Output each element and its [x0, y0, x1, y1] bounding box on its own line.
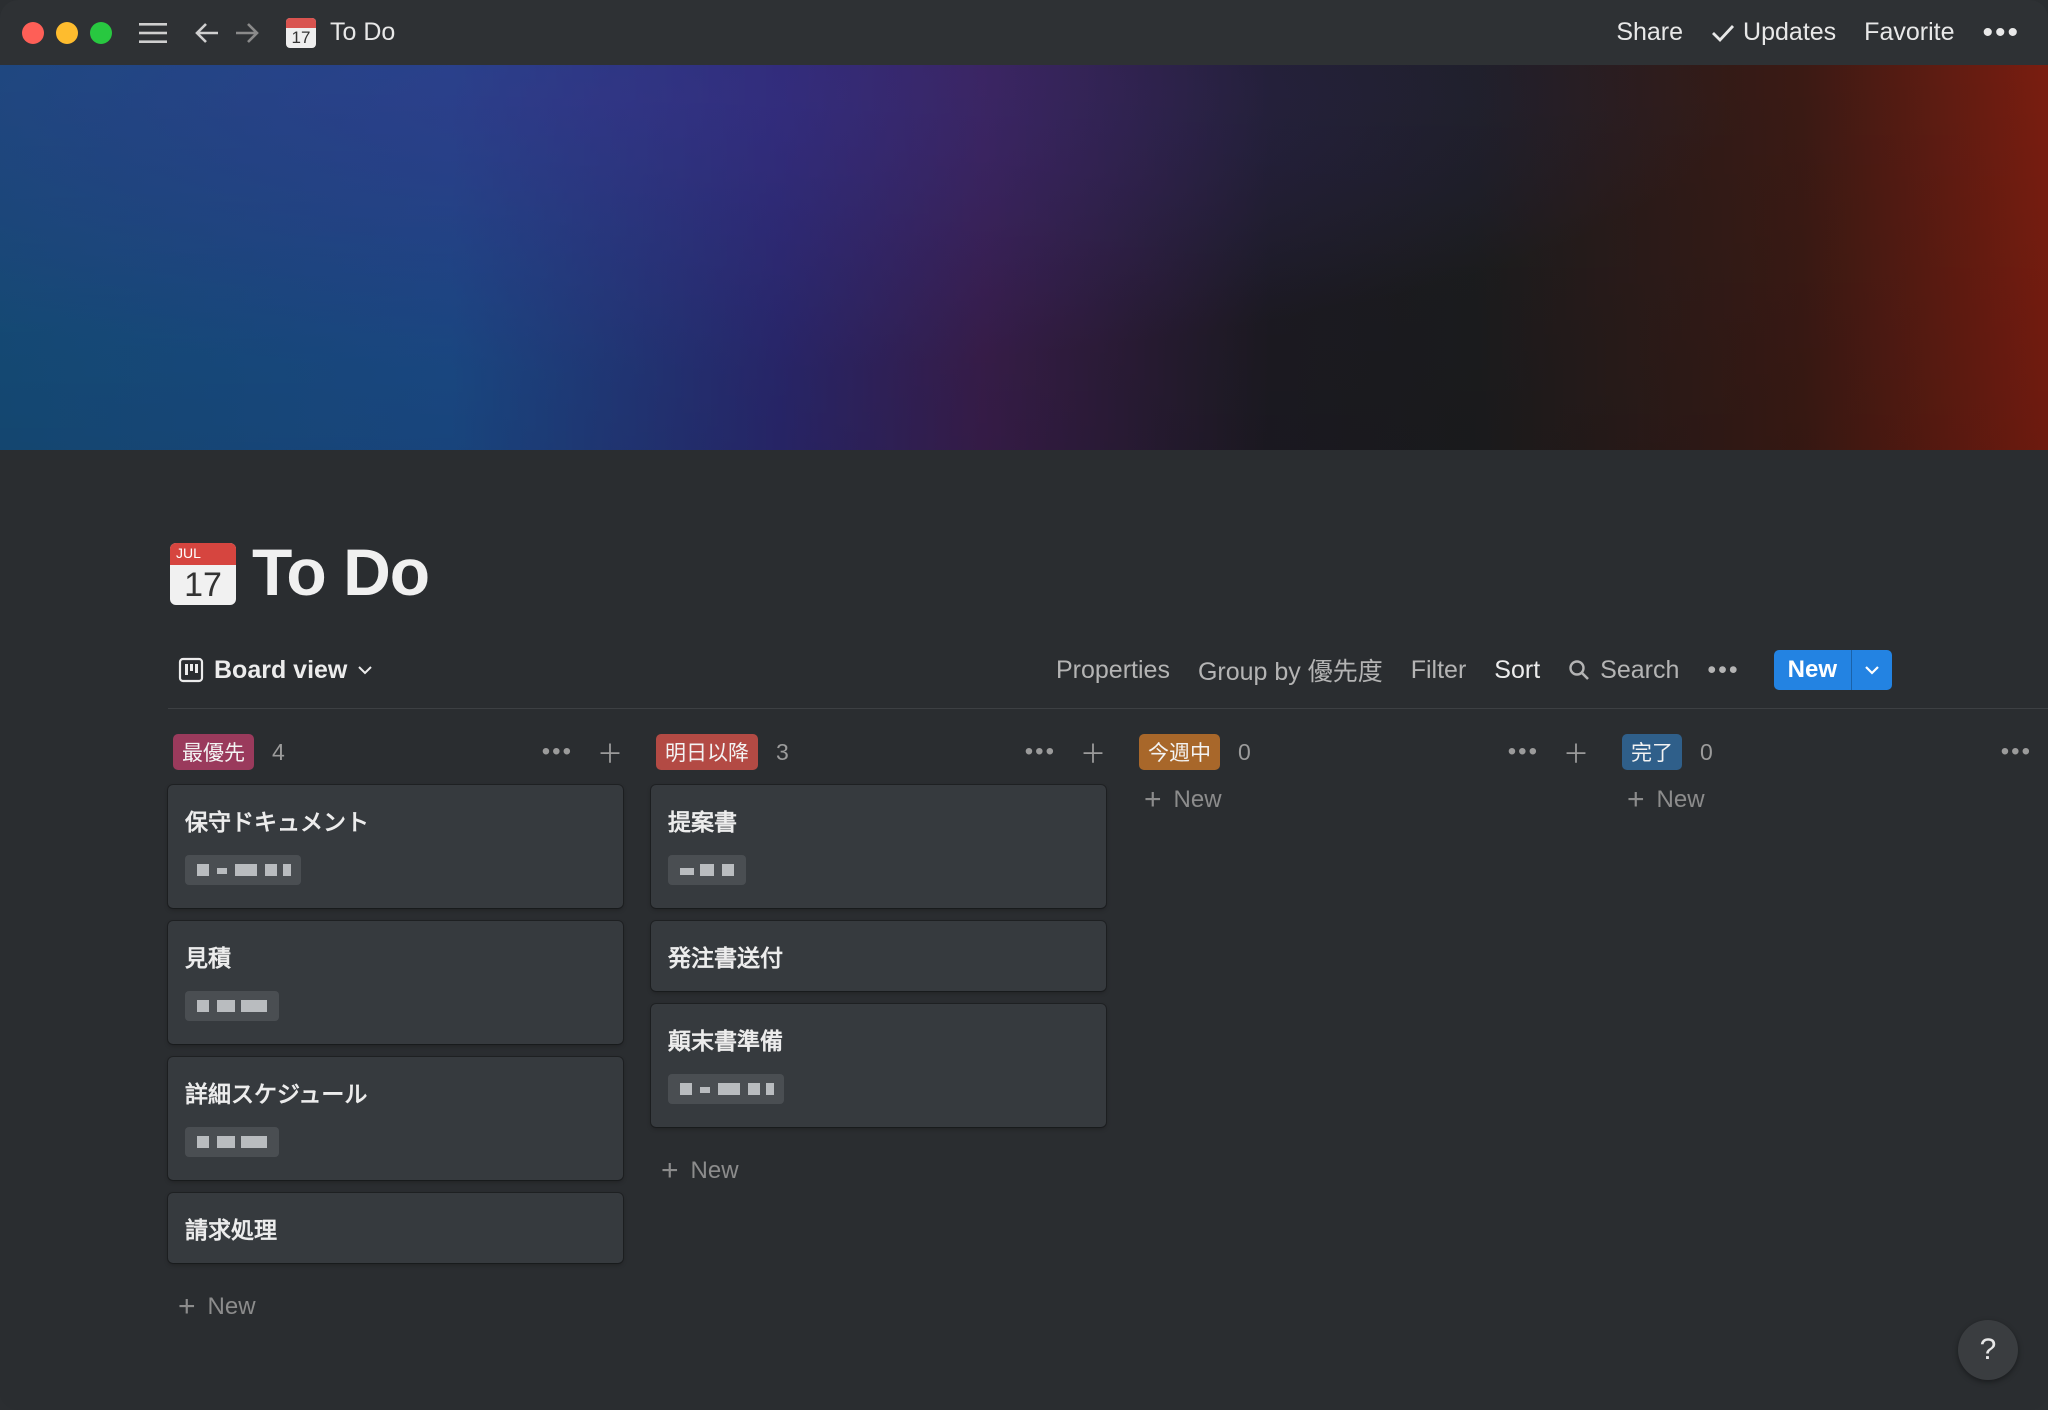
column-header: 完了 0 •••: [1617, 732, 2048, 772]
more-options-icon[interactable]: •••: [1707, 656, 1739, 685]
column-add-icon[interactable]: ＋: [1563, 734, 1589, 771]
card-title: 見積: [185, 945, 231, 971]
board-column: 完了 0 ••• + New: [1617, 732, 2048, 820]
calendar-icon-day: 17: [291, 27, 311, 47]
forward-arrow-icon[interactable]: [234, 21, 260, 45]
group-tag[interactable]: 明日以降: [656, 734, 758, 770]
board-view-selector[interactable]: Board view: [178, 656, 373, 685]
back-arrow-icon[interactable]: [194, 21, 220, 45]
card-property-pill: [185, 1127, 279, 1157]
search-button[interactable]: Search: [1568, 656, 1679, 685]
card-property-pill: [668, 855, 746, 885]
group-count: 4: [272, 738, 285, 765]
add-card-button[interactable]: + New: [661, 1151, 1106, 1191]
add-card-button[interactable]: + New: [1627, 780, 2048, 820]
page-calendar-icon[interactable]: JUL 17: [170, 543, 236, 605]
card-title: 提案書: [668, 809, 737, 835]
card-title: 保守ドキュメント: [185, 809, 369, 835]
group-tag[interactable]: 完了: [1622, 734, 1682, 770]
card-title: 詳細スケジュール: [185, 1081, 368, 1107]
chevron-down-icon: [358, 666, 373, 675]
board-card[interactable]: 詳細スケジュール: [168, 1057, 623, 1180]
toolbar-tools: Properties Group by 優先度 Filter Sort Sear…: [1056, 645, 1892, 695]
board-card[interactable]: 保守ドキュメント: [168, 785, 623, 908]
column-more-icon[interactable]: •••: [542, 738, 573, 766]
toolbar-divider: [168, 708, 2048, 709]
search-icon: [1569, 660, 1590, 680]
chevron-down-icon: [1865, 666, 1879, 675]
plus-icon: +: [1627, 783, 1645, 816]
group-tag[interactable]: 今週中: [1139, 734, 1220, 770]
group-count: 0: [1700, 738, 1713, 765]
board-card[interactable]: 提案書: [651, 785, 1106, 908]
board-column: 最優先 4 ••• ＋ 保守ドキュメント 見積 詳細スケジュール 請求処理 + …: [168, 732, 623, 1327]
page-icon-month: JUL: [176, 545, 201, 561]
calendar-icon: 17: [286, 17, 316, 48]
group-count: 0: [1238, 738, 1251, 765]
column-more-icon[interactable]: •••: [2001, 738, 2032, 766]
group-tag[interactable]: 最優先: [173, 734, 254, 770]
filter-button[interactable]: Filter: [1411, 656, 1467, 685]
column-more-icon[interactable]: •••: [1025, 738, 1056, 766]
board-card[interactable]: 発注書送付: [651, 921, 1106, 991]
add-card-label: New: [207, 1293, 256, 1320]
help-button[interactable]: ?: [1958, 1320, 2018, 1380]
sort-button[interactable]: Sort: [1494, 656, 1540, 685]
board-card[interactable]: 顛末書準備: [651, 1004, 1106, 1127]
add-card-label: New: [690, 1157, 739, 1184]
column-header: 最優先 4 ••• ＋: [168, 732, 623, 772]
window-controls: [22, 21, 112, 44]
add-card-button[interactable]: + New: [1144, 780, 1589, 820]
card-property-pill: [668, 1074, 784, 1104]
column-more-icon[interactable]: •••: [1508, 738, 1539, 766]
search-label: Search: [1600, 655, 1680, 684]
page-title[interactable]: To Do: [252, 534, 430, 610]
checkmark-icon: [1712, 24, 1735, 42]
add-card-button[interactable]: + New: [178, 1287, 623, 1327]
page-icon-day: 17: [184, 566, 222, 604]
database-toolbar: Board view Properties Group by 優先度 Filte…: [168, 645, 2048, 695]
card-property-pill: [185, 855, 301, 885]
board-card[interactable]: 請求処理: [168, 1193, 623, 1263]
updates-button[interactable]: Updates: [1711, 18, 1836, 47]
add-card-label: New: [1173, 786, 1222, 813]
title-bar: 17 To Do Share Updates Favorite •••: [0, 0, 2048, 65]
close-window-button[interactable]: [22, 21, 44, 44]
card-title: 請求処理: [185, 1217, 277, 1243]
minimize-window-button[interactable]: [56, 21, 78, 44]
new-button[interactable]: New: [1773, 650, 1851, 690]
board-view-icon: [178, 657, 204, 683]
group-by-button[interactable]: Group by 優先度: [1198, 652, 1383, 688]
share-button[interactable]: Share: [1616, 18, 1683, 47]
plus-icon: +: [178, 1290, 196, 1323]
new-dropdown-button[interactable]: [1851, 650, 1892, 690]
board-view-label: Board view: [214, 655, 348, 684]
column-add-icon[interactable]: ＋: [1080, 734, 1106, 771]
column-add-icon[interactable]: ＋: [597, 734, 623, 771]
board-column: 今週中 0 ••• ＋ + New: [1134, 732, 1589, 820]
properties-button[interactable]: Properties: [1056, 656, 1170, 685]
new-button-group: New: [1773, 650, 1892, 690]
plus-icon: +: [1144, 783, 1162, 816]
more-options-icon[interactable]: •••: [1982, 16, 2020, 50]
card-title: 発注書送付: [668, 945, 783, 971]
maximize-window-button[interactable]: [90, 21, 112, 44]
favorite-button[interactable]: Favorite: [1864, 18, 1954, 47]
column-header: 今週中 0 ••• ＋: [1134, 732, 1589, 772]
cover-image[interactable]: [0, 65, 2048, 450]
updates-label: Updates: [1743, 18, 1837, 46]
group-count: 3: [776, 738, 789, 765]
sidebar-toggle-icon[interactable]: [138, 21, 168, 45]
card-property-pill: [185, 991, 279, 1021]
app-window: 17 To Do Share Updates Favorite ••• JUL …: [0, 0, 2048, 1410]
breadcrumb-title[interactable]: To Do: [330, 18, 395, 47]
column-header: 明日以降 3 ••• ＋: [651, 732, 1106, 772]
titlebar-actions: Share Updates Favorite •••: [1616, 16, 2020, 50]
board-column: 明日以降 3 ••• ＋ 提案書 発注書送付 顛末書準備 + New: [651, 732, 1106, 1191]
add-card-label: New: [1656, 786, 1705, 813]
plus-icon: +: [661, 1154, 679, 1187]
board-card[interactable]: 見積: [168, 921, 623, 1044]
card-title: 顛末書準備: [668, 1028, 783, 1054]
